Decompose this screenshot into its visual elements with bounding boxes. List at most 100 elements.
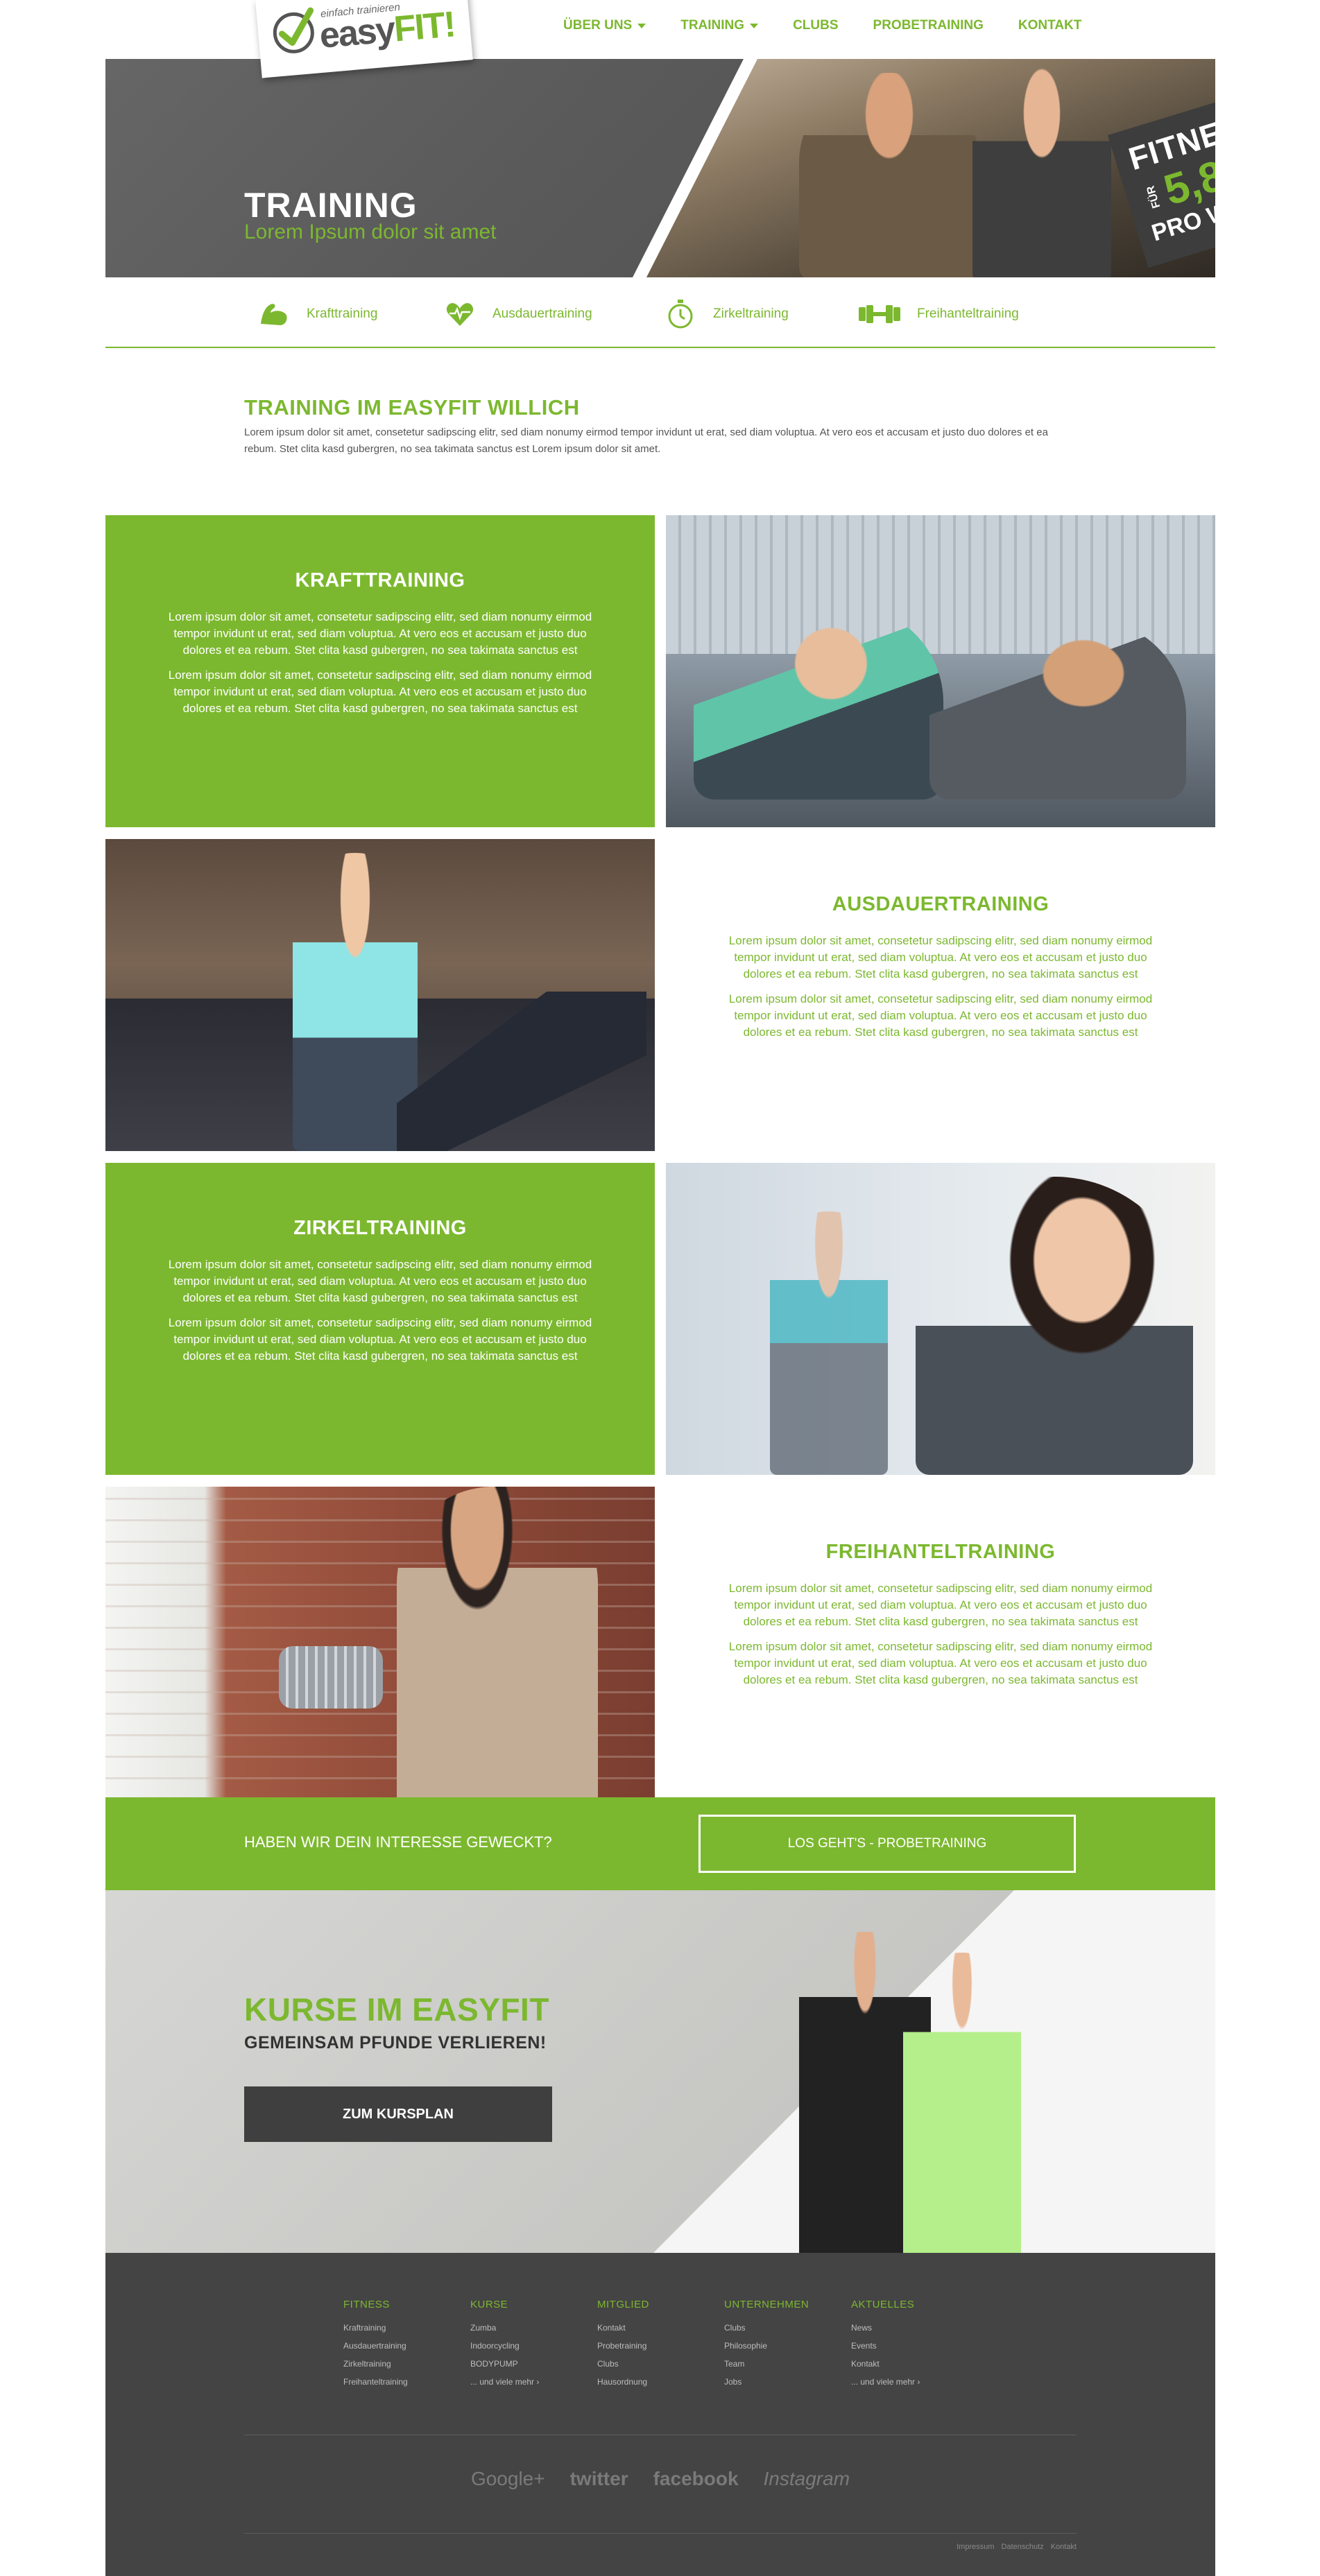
footer-link[interactable]: Indoorcycling	[470, 2337, 539, 2355]
hero-photo-trainer-woman	[972, 66, 1111, 277]
category-krafttraining[interactable]: Krafttraining	[258, 298, 377, 330]
kursplan-button[interactable]: ZUM KURSPLAN	[244, 2086, 552, 2142]
footer-column-aktuelles: AKTUELLES News Events Kontakt ... und vi…	[851, 2299, 920, 2391]
krafttraining-text-1: Lorem ipsum dolor sit amet, consetetur s…	[168, 610, 592, 657]
kurse-section: KURSE IM EASYFIT GEMEINSAM PFUNDE VERLIE…	[105, 1890, 1215, 2253]
kurse-diagonal-panel	[653, 1890, 1215, 2253]
training-category-bar: Krafttraining Ausdauertraining Zirkeltra…	[105, 277, 1215, 348]
zirkeltraining-content: ZIRKELTRAINING Lorem ipsum dolor sit ame…	[161, 1217, 599, 1373]
zirkeltraining-card: ZIRKELTRAINING Lorem ipsum dolor sit ame…	[105, 1163, 655, 1475]
hero-banner: FITNESS FÜR 5,89€ PRO WOCHE TRAINING Lor…	[105, 59, 1215, 277]
footer-column-mitglied: MITGLIED Kontakt Probetraining Clubs Hau…	[597, 2299, 649, 2391]
nav-item-training[interactable]: TRAINING	[680, 18, 759, 33]
footer-link[interactable]: Events	[851, 2337, 920, 2355]
footer-link[interactable]: Freihanteltraining	[343, 2373, 408, 2391]
dumbbell-photo	[279, 1646, 383, 1709]
facebook-icon[interactable]: facebook	[653, 2468, 739, 2490]
category-label: Ausdauertraining	[492, 306, 592, 321]
footer-link[interactable]: BODYPUMP	[470, 2355, 539, 2373]
legal-link-impressum[interactable]: Impressum	[957, 2543, 994, 2551]
category-zirkeltraining[interactable]: Zirkeltraining	[665, 298, 789, 330]
hero-photo-trainer-man	[799, 73, 979, 277]
hero-subtitle: Lorem Ipsum dolor sit amet	[244, 221, 497, 243]
footer-link[interactable]: Zumba	[470, 2319, 539, 2337]
woman-background-workout	[770, 1211, 888, 1475]
cta-text: HABEN WIR DEIN INTERESSE GEWECKT?	[244, 1833, 552, 1851]
zirkeltraining-photo	[666, 1163, 1215, 1475]
chevron-down-icon	[637, 23, 646, 28]
footer-link[interactable]: Clubs	[597, 2355, 649, 2373]
logo-word-easy: easy	[318, 9, 396, 56]
nav-label: PROBETRAINING	[873, 18, 984, 33]
footer-column-title: MITGLIED	[597, 2299, 649, 2310]
footer-link[interactable]: Kraftraining	[343, 2319, 408, 2337]
footer-link[interactable]: Clubs	[724, 2319, 809, 2337]
category-freihanteltraining[interactable]: Freihanteltraining	[859, 298, 1019, 330]
footer-divider	[244, 2533, 1077, 2534]
legal-link-kontakt[interactable]: Kontakt	[1051, 2543, 1077, 2551]
footer-link[interactable]: Probetraining	[597, 2337, 649, 2355]
nav-item-probetraining[interactable]: PROBETRAINING	[873, 18, 984, 33]
footer-column-unternehmen: UNTERNEHMEN Clubs Philosophie Team Jobs	[724, 2299, 809, 2391]
category-ausdauertraining[interactable]: Ausdauertraining	[444, 298, 592, 330]
cta-banner: HABEN WIR DEIN INTERESSE GEWECKT? LOS GE…	[105, 1797, 1215, 1890]
nav-item-clubs[interactable]: CLUBS	[793, 18, 838, 33]
footer-column-title: KURSE	[470, 2299, 508, 2310]
checkmark-logo-icon	[273, 7, 314, 53]
freihanteltraining-content: FREIHANTELTRAINING Lorem ipsum dolor sit…	[721, 1541, 1160, 1697]
woman-smiling-foreground	[916, 1177, 1193, 1475]
chevron-down-icon	[750, 23, 759, 28]
man-lifting-dumbbell	[397, 1487, 598, 1799]
google-plus-icon[interactable]: Google+	[471, 2468, 545, 2490]
zirkeltraining-title: ZIRKELTRAINING	[293, 1217, 467, 1239]
footer-link[interactable]: Team	[724, 2355, 809, 2373]
kurse-subtitle: GEMEINSAM PFUNDE VERLIEREN!	[244, 2033, 547, 2052]
footer-link[interactable]: Zirkeltraining	[343, 2355, 408, 2373]
nav-item-kontakt[interactable]: KONTAKT	[1018, 18, 1081, 33]
kurse-title: KURSE IM EASYFIT	[244, 1991, 549, 2028]
footer-link[interactable]: Kontakt	[597, 2319, 649, 2337]
woman-plank	[694, 605, 943, 799]
freihanteltraining-title: FREIHANTELTRAINING	[825, 1541, 1056, 1563]
footer-link[interactable]: Kontakt	[851, 2355, 920, 2373]
category-label: Krafttraining	[307, 306, 378, 321]
legal-link-datenschutz[interactable]: Datenschutz	[1002, 2543, 1044, 2551]
instagram-icon[interactable]: Instagram	[764, 2468, 850, 2490]
footer-link[interactable]: News	[851, 2319, 920, 2337]
zirkeltraining-text-1: Lorem ipsum dolor sit amet, consetetur s…	[168, 1258, 592, 1304]
logo-word-fit: FIT!	[392, 4, 456, 50]
twitter-icon[interactable]: twitter	[570, 2468, 628, 2490]
category-label: Freihanteltraining	[917, 306, 1019, 321]
footer-link[interactable]: Philosophie	[724, 2337, 809, 2355]
kurse-photo-woman	[903, 1953, 1021, 2253]
footer-column-fitness: FITNESS Kraftraining Ausdauertraining Zi…	[343, 2299, 408, 2391]
krafttraining-photo	[666, 515, 1215, 827]
krafttraining-text-2: Lorem ipsum dolor sit amet, consetetur s…	[168, 668, 592, 715]
main-nav: ÜBER UNS TRAINING CLUBS PROBETRAINING KO…	[563, 18, 1116, 33]
intro-text: Lorem ipsum dolor sit amet, consetetur s…	[244, 426, 1048, 455]
ausdauertraining-text-1: Lorem ipsum dolor sit amet, consetetur s…	[728, 934, 1153, 980]
footer-link[interactable]: ... und viele mehr ›	[470, 2373, 539, 2391]
heart-pulse-icon	[444, 298, 476, 330]
footer-column-title: FITNESS	[343, 2299, 390, 2310]
site-footer: FITNESS Kraftraining Ausdauertraining Zi…	[105, 2253, 1215, 2576]
flexed-arm-icon	[258, 298, 290, 330]
ausdauertraining-title: AUSDAUERTRAINING	[832, 893, 1049, 915]
ausdauertraining-content: AUSDAUERTRAINING Lorem ipsum dolor sit a…	[721, 893, 1160, 1049]
nav-label: ÜBER UNS	[563, 18, 633, 33]
footer-link[interactable]: Ausdauertraining	[343, 2337, 408, 2355]
footer-link[interactable]: Hausordnung	[597, 2373, 649, 2391]
category-label: Zirkeltraining	[713, 306, 789, 321]
footer-link[interactable]: ... und viele mehr ›	[851, 2373, 920, 2391]
social-links: Google+ twitter facebook Instagram	[105, 2468, 1215, 2490]
nav-item-ueber-uns[interactable]: ÜBER UNS	[563, 18, 646, 33]
nav-label: TRAINING	[680, 18, 745, 33]
nav-label: KONTAKT	[1018, 18, 1082, 33]
probetraining-button[interactable]: LOS GEHT'S - PROBETRAINING	[698, 1815, 1076, 1873]
man-plank	[929, 619, 1186, 799]
ausdauertraining-photo	[105, 839, 655, 1151]
krafttraining-card: KRAFTTRAINING Lorem ipsum dolor sit amet…	[105, 515, 655, 827]
footer-link[interactable]: Jobs	[724, 2373, 809, 2391]
krafttraining-content: KRAFTTRAINING Lorem ipsum dolor sit amet…	[161, 569, 599, 725]
freihanteltraining-card: FREIHANTELTRAINING Lorem ipsum dolor sit…	[666, 1487, 1215, 1799]
